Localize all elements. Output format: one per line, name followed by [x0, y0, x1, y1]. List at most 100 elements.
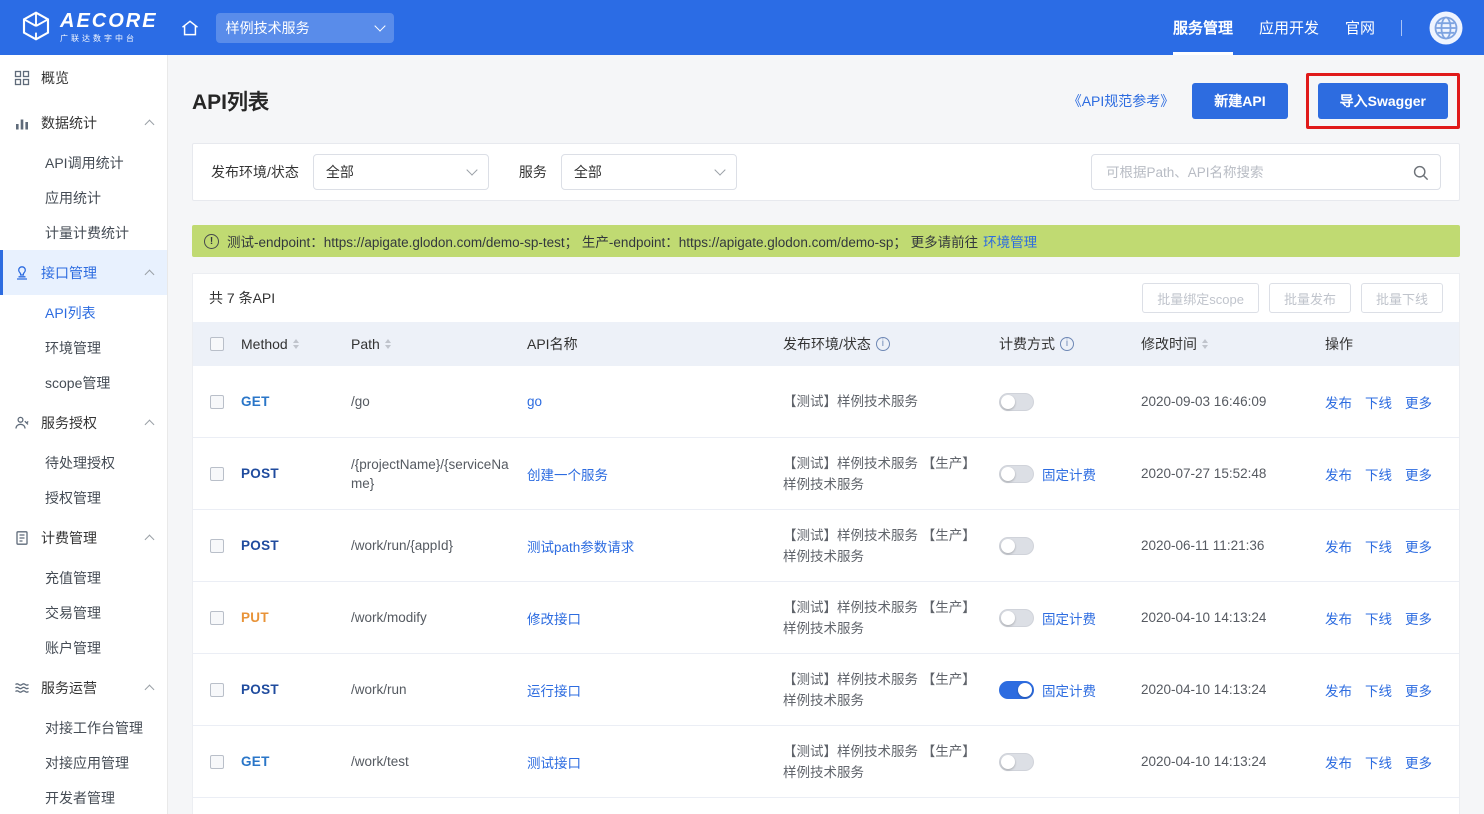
sort-icon[interactable]: [1202, 339, 1208, 349]
endpoint-notice-banner: ! 测试-endpoint：https://apigate.glodon.com…: [192, 225, 1460, 257]
column-header: 计费方式i: [999, 334, 1141, 354]
path-cell: /go: [351, 392, 527, 411]
api-name-link[interactable]: 创建一个服务: [527, 468, 608, 483]
billing-toggle[interactable]: [999, 465, 1034, 483]
path-cell: /work/run: [351, 680, 527, 699]
row-action-offline[interactable]: 下线: [1365, 680, 1392, 700]
row-action-publish[interactable]: 发布: [1325, 392, 1352, 412]
row-action-more[interactable]: 更多: [1405, 608, 1432, 628]
row-action-offline[interactable]: 下线: [1365, 536, 1392, 556]
service-filter-select[interactable]: 全部: [561, 154, 737, 190]
row-checkbox[interactable]: [210, 395, 224, 409]
billing-toggle[interactable]: [999, 609, 1034, 627]
row-action-offline[interactable]: 下线: [1365, 464, 1392, 484]
sort-icon[interactable]: [385, 339, 391, 349]
bulk-offline-button[interactable]: 批量下线: [1361, 283, 1443, 313]
method-cell: POST: [241, 466, 351, 481]
import-swagger-button[interactable]: 导入Swagger: [1318, 83, 1448, 119]
billing-cell: [999, 537, 1141, 555]
select-all-checkbox[interactable]: [210, 337, 224, 351]
env-filter-select[interactable]: 全部: [313, 154, 489, 190]
sidebar-item-developer-management[interactable]: 开发者管理: [0, 780, 167, 814]
row-action-more[interactable]: 更多: [1405, 464, 1432, 484]
sidebar-item-auth-management[interactable]: 授权管理: [0, 480, 167, 515]
billing-toggle[interactable]: [999, 681, 1034, 699]
search-input[interactable]: [1106, 165, 1411, 180]
row-action-offline[interactable]: 下线: [1365, 608, 1392, 628]
row-checkbox[interactable]: [210, 539, 224, 553]
service-filter-label: 服务: [519, 162, 547, 182]
api-name-link[interactable]: 修改接口: [527, 612, 581, 627]
topnav-service-management[interactable]: 服务管理: [1173, 0, 1233, 55]
column-header[interactable]: Path: [351, 336, 527, 352]
sidebar-section-data-stats[interactable]: 数据统计: [0, 100, 167, 145]
sidebar-item-account-management[interactable]: 账户管理: [0, 630, 167, 665]
api-name-link[interactable]: go: [527, 394, 542, 409]
api-name-link[interactable]: 测试path参数请求: [527, 540, 634, 555]
sidebar-item-pending-auth[interactable]: 待处理授权: [0, 445, 167, 480]
row-action-publish[interactable]: 发布: [1325, 536, 1352, 556]
overview-icon: [14, 70, 32, 86]
bulk-publish-button[interactable]: 批量发布: [1269, 283, 1351, 313]
api-spec-reference-link[interactable]: 《API规范参考》: [1068, 91, 1175, 111]
new-api-button[interactable]: 新建API: [1192, 83, 1287, 119]
row-action-more[interactable]: 更多: [1405, 680, 1432, 700]
api-name-link[interactable]: 运行接口: [527, 684, 581, 699]
sidebar-item-metering-billing-stats[interactable]: 计量计费统计: [0, 215, 167, 250]
sidebar-item-scope-management[interactable]: scope管理: [0, 365, 167, 400]
chevron-up-icon: [145, 270, 155, 280]
sidebar-section-label: 服务授权: [41, 413, 97, 433]
billing-toggle[interactable]: [999, 753, 1034, 771]
api-name-link[interactable]: 测试接口: [527, 756, 581, 771]
bulk-bind-scope-button[interactable]: 批量绑定scope: [1142, 283, 1259, 313]
sidebar-item-app-stats[interactable]: 应用统计: [0, 180, 167, 215]
sidebar-item-transaction-management[interactable]: 交易管理: [0, 595, 167, 630]
user-avatar[interactable]: [1428, 10, 1464, 46]
row-checkbox[interactable]: [210, 683, 224, 697]
sidebar-section-overview[interactable]: 概览: [0, 55, 167, 100]
row-action-more[interactable]: 更多: [1405, 752, 1432, 772]
brand-cube-icon: [20, 10, 52, 45]
row-action-publish[interactable]: 发布: [1325, 608, 1352, 628]
sidebar-item-workbench-management[interactable]: 对接工作台管理: [0, 710, 167, 745]
column-header[interactable]: 修改时间: [1141, 334, 1325, 354]
method-cell: POST: [241, 538, 351, 553]
row-action-publish[interactable]: 发布: [1325, 752, 1352, 772]
sort-icon[interactable]: [293, 339, 299, 349]
sidebar-item-api-call-stats[interactable]: API调用统计: [0, 145, 167, 180]
sidebar-section-billing-management[interactable]: 计费管理: [0, 515, 167, 560]
row-checkbox[interactable]: [210, 755, 224, 769]
billing-toggle[interactable]: [999, 393, 1034, 411]
info-icon[interactable]: i: [1060, 337, 1074, 351]
row-action-offline[interactable]: 下线: [1365, 392, 1392, 412]
brand-text: AECORE 广联达数字中台: [60, 11, 158, 44]
sidebar-section-service-auth[interactable]: 服务授权: [0, 400, 167, 445]
info-icon[interactable]: i: [876, 337, 890, 351]
page-header-actions: 《API规范参考》 新建API 导入Swagger: [1068, 73, 1460, 129]
sidebar-item-api-list[interactable]: API列表: [0, 295, 167, 330]
row-checkbox[interactable]: [210, 467, 224, 481]
row-actions: 发布下线更多: [1325, 608, 1459, 628]
topnav-app-development[interactable]: 应用开发: [1259, 0, 1319, 55]
sidebar-section-service-operations[interactable]: 服务运营: [0, 665, 167, 710]
row-action-publish[interactable]: 发布: [1325, 680, 1352, 700]
sidebar-item-recharge-management[interactable]: 充值管理: [0, 560, 167, 595]
env-management-link[interactable]: 环境管理: [983, 231, 1037, 251]
filter-bar: 发布环境/状态 全部 服务 全部: [192, 143, 1460, 201]
row-action-publish[interactable]: 发布: [1325, 464, 1352, 484]
column-header[interactable]: Method: [241, 336, 351, 352]
sidebar-item-partner-app-management[interactable]: 对接应用管理: [0, 745, 167, 780]
topnav-official-site[interactable]: 官网: [1345, 0, 1375, 55]
home-icon[interactable]: [180, 18, 200, 38]
billing-toggle[interactable]: [999, 537, 1034, 555]
billing-type-label: 固定计费: [1042, 680, 1096, 700]
row-action-more[interactable]: 更多: [1405, 392, 1432, 412]
sidebar-section-api-management[interactable]: 接口管理: [0, 250, 167, 295]
row-action-offline[interactable]: 下线: [1365, 752, 1392, 772]
row-checkbox[interactable]: [210, 611, 224, 625]
brand-logo: AECORE 广联达数字中台: [20, 10, 158, 45]
service-selector-dropdown[interactable]: 样例技术服务: [216, 13, 394, 43]
sidebar-item-env-management[interactable]: 环境管理: [0, 330, 167, 365]
search-icon[interactable]: [1411, 163, 1430, 182]
row-action-more[interactable]: 更多: [1405, 536, 1432, 556]
